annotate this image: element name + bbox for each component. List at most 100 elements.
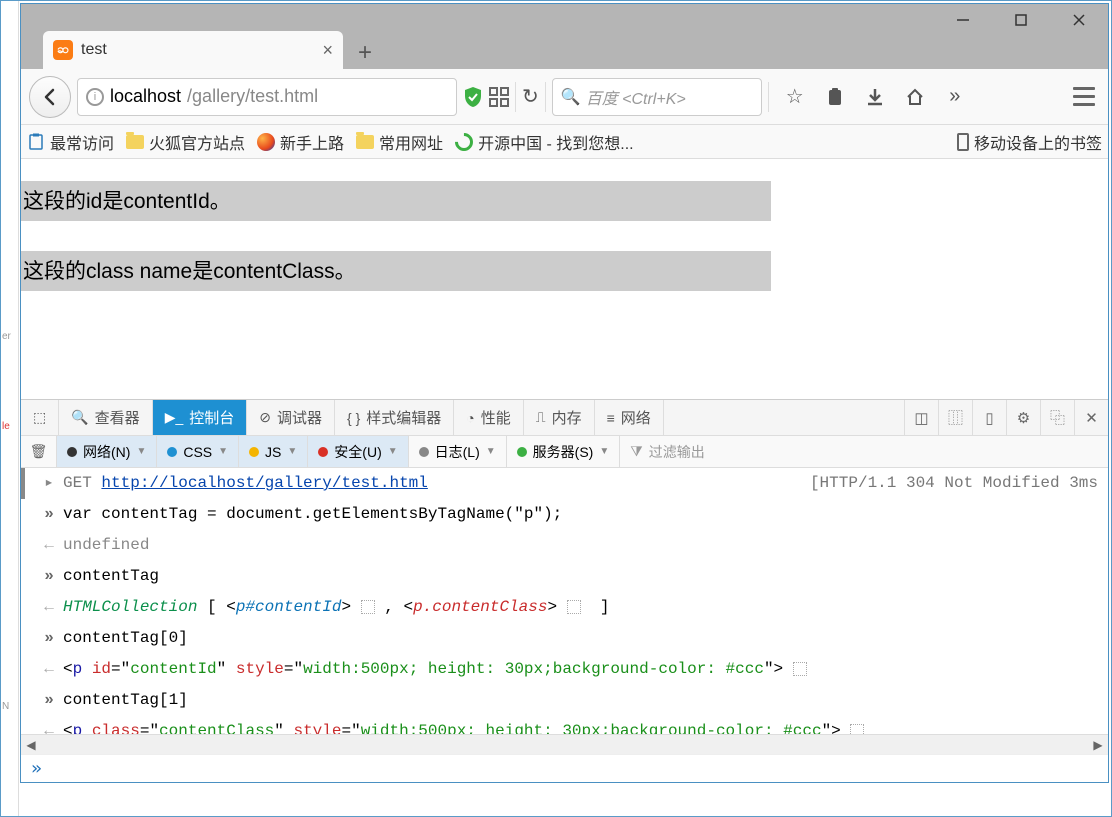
search-icon: 🔍 [561,87,581,107]
devtools-close-icon[interactable]: ✕ [1074,400,1108,435]
horizontal-scrollbar[interactable]: ◀ ▶ [21,734,1108,754]
minimize-button[interactable] [934,4,992,36]
console-filter-bar: 🗑 网络(N)▼ CSS▼ JS▼ 安全(U)▼ 日志(L)▼ 服务器(S)▼ … [21,436,1108,468]
url-path: /gallery/test.html [187,86,318,107]
devtools-settings-icon[interactable]: ⚙ [1006,400,1040,435]
separator [515,82,516,112]
oschina-icon [451,129,476,154]
bookmark-label: 最常访问 [50,130,114,154]
mobile-icon [957,133,969,151]
new-tab-button[interactable]: + [349,37,381,69]
xampp-favicon-icon: ဆ [53,40,73,60]
bookmarks-toolbar: 最常访问 火狐官方站点 新手上路 常用网址 开源中国 - 找到您想... 移动设… [21,125,1108,159]
tab-close-icon[interactable]: × [322,40,333,61]
scroll-left-icon[interactable]: ◀ [21,735,41,754]
search-box[interactable]: 🔍 百度 <Ctrl+K> [552,78,762,116]
back-button[interactable] [29,76,71,118]
clear-console-button[interactable]: 🗑 [21,436,57,467]
bookmark-label: 常用网址 [379,130,443,154]
devtools-tab-performance[interactable]: ◔性能 [454,400,523,435]
filter-js[interactable]: JS▼ [239,436,308,467]
separator [545,82,546,112]
bookmark-star-icon[interactable]: ☆ [783,85,807,109]
filter-log[interactable]: 日志(L)▼ [409,436,507,467]
devtools-tab-console[interactable]: ▶_控制台 [153,400,248,435]
filter-server[interactable]: 服务器(S)▼ [507,436,621,467]
firefox-icon [257,133,275,151]
search-placeholder: 百度 <Ctrl+K> [586,85,686,109]
responsive-icon[interactable]: ▯ [972,400,1006,435]
filter-css[interactable]: CSS▼ [157,436,239,467]
devtools-panel: ⬚ 🔍查看器 ▶_控制台 ⊘调试器 { }样式编辑器 ◔性能 ⎍内存 ≡网络 ◫… [21,399,1108,782]
filter-security[interactable]: 安全(U)▼ [308,436,408,467]
separator [768,82,769,112]
console-output-line: undefined [21,530,1108,561]
console-output-line: <p class="contentClass" style="width:500… [21,716,1108,734]
bookmark-getting-started[interactable]: 新手上路 [257,130,344,154]
bookmark-common-urls[interactable]: 常用网址 [356,130,443,154]
bookmark-mobile[interactable]: 移动设备上的书签 [957,130,1102,154]
request-url-link[interactable]: http://localhost/gallery/test.html [101,474,427,492]
menu-button[interactable] [1068,87,1100,106]
bookmark-firefox-official[interactable]: 火狐官方站点 [126,130,245,154]
scroll-right-icon[interactable]: ▶ [1088,735,1108,754]
funnel-icon: ⧩ [630,443,643,460]
console-output-line: <p id="contentId" style="width:500px; he… [21,654,1108,685]
request-status: [HTTP/1.1 304 Not Modified 3ms [810,468,1098,499]
folder-icon [356,135,374,149]
console-input-line: var contentTag = document.getElementsByT… [21,499,1108,530]
split-console-icon[interactable]: ⿲ [938,400,972,435]
devtools-right-icons: ◫ ⿲ ▯ ⚙ ⿻ ✕ [904,400,1108,435]
clipboard-icon [27,133,45,151]
bookmark-label: 火狐官方站点 [149,130,245,154]
home-icon[interactable] [903,85,927,109]
dock-window-icon[interactable]: ⿻ [1040,400,1074,435]
paragraph-contentid: 这段的id是contentId。 [21,181,771,221]
filter-net[interactable]: 网络(N)▼ [57,436,157,467]
maximize-button[interactable] [992,4,1050,36]
toolbar-icons: ☆ » [783,85,967,109]
url-host: localhost [110,86,181,107]
devtools-tab-inspector[interactable]: 🔍查看器 [59,400,152,435]
devtools-tab-network[interactable]: ≡网络 [595,400,664,435]
bookmark-label: 开源中国 - 找到您想... [478,130,634,154]
reload-button[interactable]: ↻ [522,84,539,109]
downloads-icon[interactable] [863,85,887,109]
console-input-line: contentTag[1] [21,685,1108,716]
overflow-icon[interactable]: » [943,85,967,109]
filter-input[interactable]: ⧩过滤输出 [620,442,1108,462]
dock-side-icon[interactable]: ◫ [904,400,938,435]
devtools-tab-debugger[interactable]: ⊘调试器 [247,400,335,435]
nav-toolbar: i localhost/gallery/test.html ↻ 🔍 百度 <Ct… [21,69,1108,125]
devtools-tabs: ⬚ 🔍查看器 ▶_控制台 ⊘调试器 { }样式编辑器 ◔性能 ⎍内存 ≡网络 ◫… [21,400,1108,436]
console-input-line: contentTag[0] [21,623,1108,654]
devtools-tab-memory[interactable]: ⎍内存 [524,400,595,435]
bookmark-label: 新手上路 [280,130,344,154]
paragraph-contentclass: 这段的class name是contentClass。 [21,251,771,291]
browser-window: ဆ test × + i localhost/gallery/test.html… [20,3,1109,783]
tracking-shield-icon[interactable] [463,86,483,108]
bookmark-most-visited[interactable]: 最常访问 [27,130,114,154]
console-input-line: contentTag [21,561,1108,592]
window-controls [934,4,1108,36]
console-output-line: HTMLCollection [ <p#contentId> , <p.cont… [21,592,1108,623]
tab-active[interactable]: ဆ test × [43,31,343,69]
address-bar[interactable]: i localhost/gallery/test.html [77,78,457,116]
tab-strip: ဆ test × + [43,29,381,69]
titlebar: ဆ test × + [21,4,1108,69]
devtools-pick-element[interactable]: ⬚ [21,400,59,435]
page-content: 这段的id是contentId。 这段的class name是contentCl… [21,159,1108,399]
bookmark-label: 移动设备上的书签 [974,130,1102,154]
console-prompt[interactable]: » [21,754,1108,782]
site-info-icon[interactable]: i [86,88,104,106]
external-sidebar-fragment: er le N [1,1,19,816]
console-output[interactable]: ▸ GET http://localhost/gallery/test.html… [21,468,1108,734]
tab-title: test [81,41,314,59]
bookmark-oschina[interactable]: 开源中国 - 找到您想... [455,130,634,154]
devtools-tab-style[interactable]: { }样式编辑器 [335,400,454,435]
clipboard-icon[interactable] [823,85,847,109]
console-request-line: ▸ GET http://localhost/gallery/test.html… [21,468,1108,499]
close-window-button[interactable] [1050,4,1108,36]
folder-icon [126,135,144,149]
qr-icon[interactable] [489,87,509,107]
